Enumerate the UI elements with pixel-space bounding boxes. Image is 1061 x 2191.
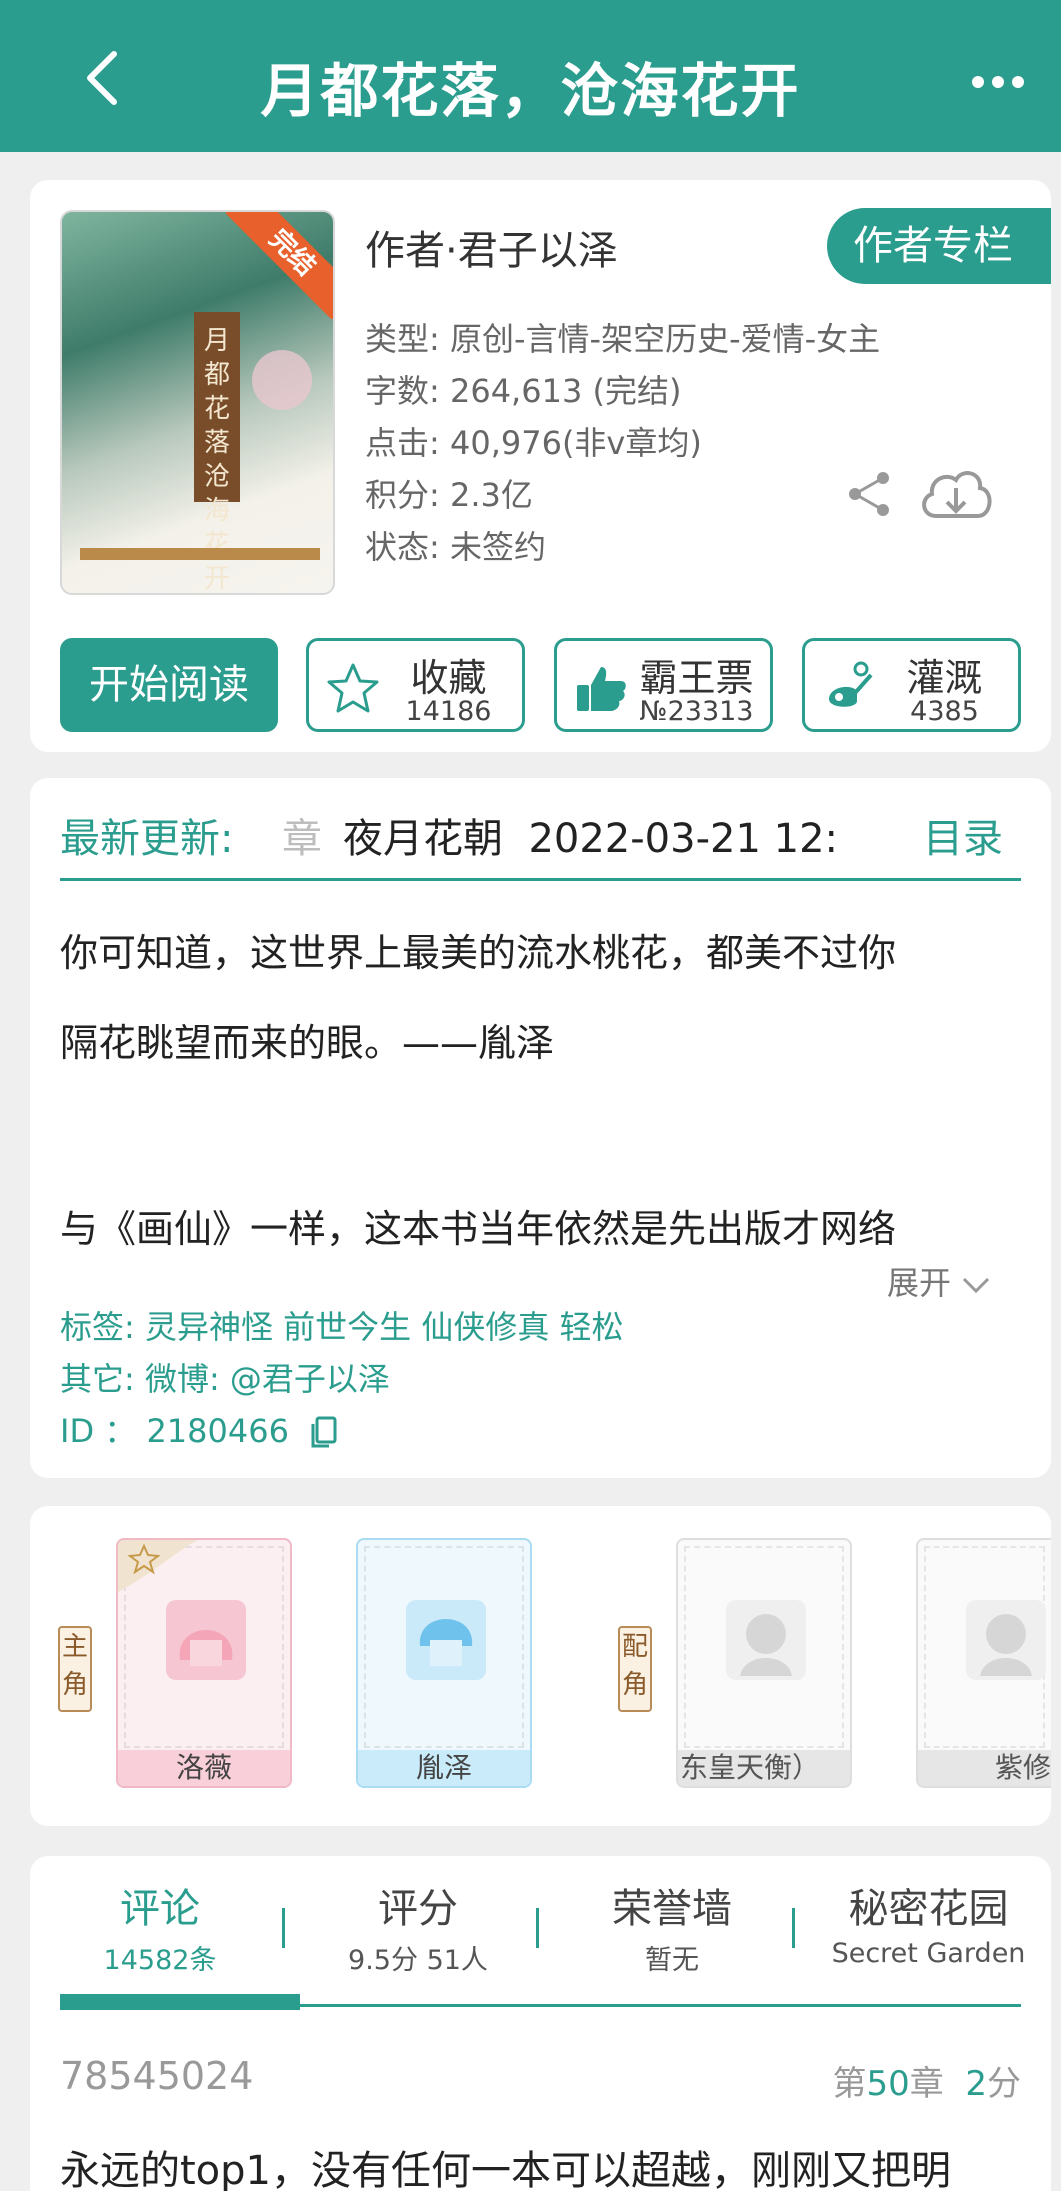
character-name: 紫修 (918, 1750, 1051, 1786)
info-genre: 类型: 原创-言情-架空历史-爱情-女主 (365, 320, 881, 358)
author-name[interactable]: 作者·君子以泽 (365, 218, 618, 276)
tab-separator (792, 1908, 795, 1948)
tab-secret-garden[interactable]: 秘密花园 Secret Garden (806, 1876, 1051, 1969)
info-points: 积分: 2.3亿 (365, 476, 533, 514)
overlord-ticket-button[interactable]: 霸王票 №23313 (554, 638, 773, 732)
thumbs-up-icon (577, 667, 626, 711)
character-card[interactable]: 胤泽 (356, 1538, 532, 1788)
expand-button[interactable]: 展开 (887, 1258, 991, 1304)
collect-count: 14186 (405, 696, 492, 727)
tab-separator (536, 1908, 539, 1948)
info-clicks: 点击: 40,976(非v章均) (365, 424, 702, 462)
tab-rating[interactable]: 评分 9.5分 51人 (298, 1876, 538, 1977)
character-name: 东皇天衡） (678, 1750, 850, 1786)
catalog-link[interactable]: 目录 (923, 806, 1003, 864)
star-icon (118, 1540, 198, 1592)
id-row: ID ： 2180466 (60, 1406, 337, 1452)
divider (60, 878, 1021, 881)
completed-badge: 完结 (225, 212, 333, 320)
book-info-card: 月都花落 沧海花开 完结 作者·君子以泽 作者专栏 类型: 原创-言情-架空历史… (30, 180, 1051, 752)
tab-honor-wall[interactable]: 荣誉墙 暂无 (552, 1876, 792, 1977)
chevron-down-icon (963, 1277, 990, 1294)
info-word-count: 字数: 264,613 (完结) (365, 372, 682, 410)
character-card[interactable]: 东皇天衡） (676, 1538, 852, 1788)
side-role-tag: 配角 (618, 1626, 652, 1712)
comments-card: 评论 14582条 评分 9.5分 51人 荣誉墙 暂无 秘密花园 Secret… (30, 1856, 1051, 2191)
avatar (726, 1600, 806, 1680)
description-line: 隔花眺望而来的眼。——胤泽 (60, 1021, 555, 1065)
share-icon[interactable] (845, 470, 893, 518)
characters-card: 主角 洛薇 胤泽 配角 东皇天衡） 紫修 (30, 1506, 1051, 1826)
comment-user[interactable]: 78545024 (60, 2054, 253, 2098)
cloud-download-icon[interactable] (916, 464, 996, 528)
cover-title: 月都花落 沧海花开 (194, 312, 240, 593)
description-card: 最新更新: 章 夜月花朝 2022-03-21 12: 目录 你可知道，这世界上… (30, 778, 1051, 1478)
star-icon (327, 663, 379, 713)
weibo-link[interactable]: 微博: @君子以泽 (145, 1360, 390, 1398)
irrigate-count: 4385 (910, 696, 979, 727)
tab-indicator (60, 1994, 300, 2010)
comment-meta: 第50章 2分 (832, 2064, 1021, 2104)
watering-can-icon (829, 661, 873, 707)
tags-row: 标签: 灵异神怪 前世今生 仙侠修真 轻松 (60, 1308, 624, 1346)
avatar (966, 1600, 1046, 1680)
info-status: 状态: 未签约 (365, 528, 546, 566)
book-id: 2180466 (146, 1412, 289, 1450)
latest-update-chapter-prefix: 章 (282, 816, 322, 862)
top-bar: 月都花落，沧海花开 (0, 0, 1061, 152)
collect-label: 收藏 (410, 656, 487, 700)
comment-text[interactable]: 永远的top1，没有任何一本可以超越，刚刚又把明 (60, 2138, 951, 2191)
latest-update-chapter[interactable]: 夜月花朝 2022-03-21 12: (343, 806, 838, 864)
main-role-tag: 主角 (58, 1626, 92, 1712)
copy-icon[interactable] (309, 1416, 337, 1450)
book-cover[interactable]: 月都花落 沧海花开 完结 (60, 210, 335, 595)
page-title: 月都花落，沧海花开 (260, 57, 801, 125)
tab-separator (282, 1908, 285, 1948)
cover-flower-decoration (252, 350, 312, 410)
avatar (166, 1600, 246, 1680)
cover-band (80, 548, 320, 560)
author-column-button[interactable]: 作者专栏 (827, 208, 1051, 284)
collect-button[interactable]: 收藏 14186 (306, 638, 525, 732)
description-line: 与《画仙》一样，这本书当年依然是先出版才网络 (60, 1207, 897, 1251)
more-dots-icon[interactable] (968, 62, 1028, 102)
tags[interactable]: 灵异神怪 前世今生 仙侠修真 轻松 (145, 1308, 624, 1346)
tab-comments[interactable]: 评论 14582条 (60, 1876, 260, 1977)
character-card[interactable]: 洛薇 (116, 1538, 292, 1788)
latest-update-label: 最新更新: (60, 816, 234, 862)
overlord-ticket-count: №23313 (639, 696, 754, 727)
start-reading-button[interactable]: 开始阅读 (60, 638, 278, 732)
overlord-ticket-label: 霸王票 (639, 656, 754, 700)
irrigate-label: 灌溉 (906, 656, 983, 700)
character-card[interactable]: 紫修 (916, 1538, 1051, 1788)
character-name: 洛薇 (118, 1750, 290, 1786)
description-line: 你可知道，这世界上最美的流水桃花，都美不过你 (60, 931, 897, 975)
other-row: 其它: 微博: @君子以泽 (60, 1360, 390, 1398)
avatar (406, 1600, 486, 1680)
irrigate-button[interactable]: 灌溉 4385 (802, 638, 1021, 732)
character-name: 胤泽 (358, 1750, 530, 1786)
